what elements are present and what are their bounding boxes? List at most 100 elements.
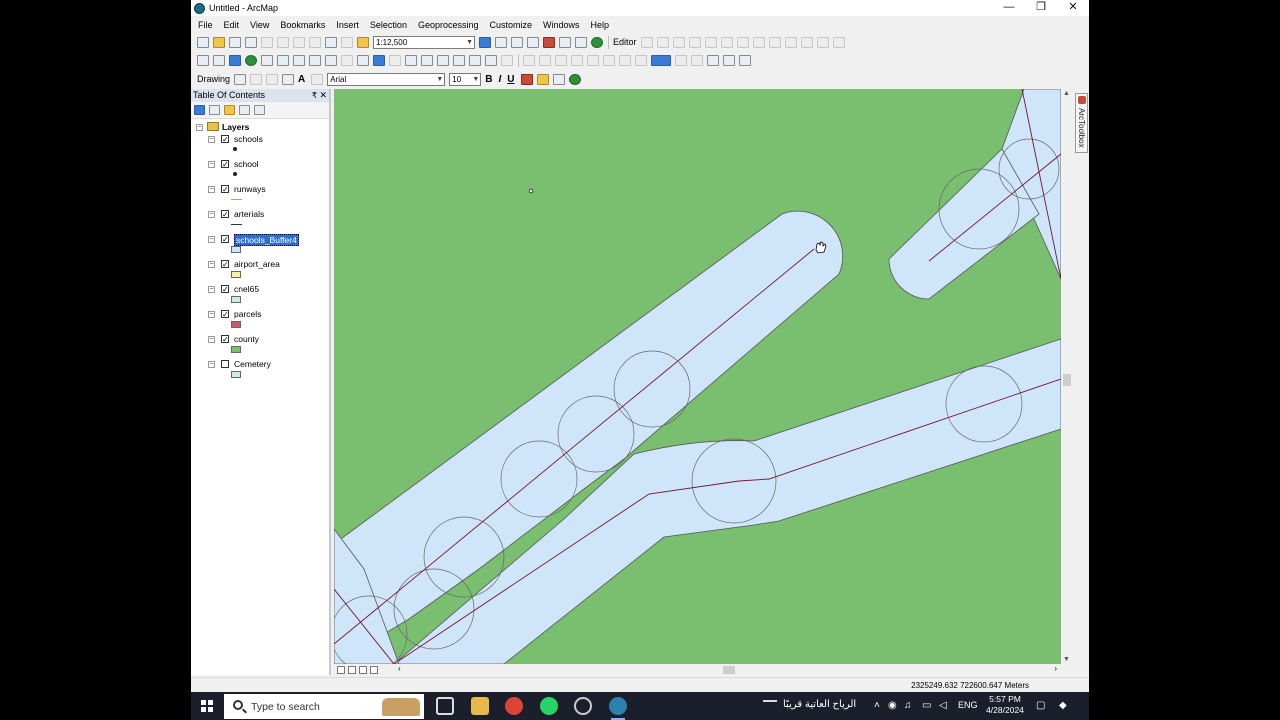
line-color-icon[interactable]: [552, 73, 565, 85]
scroll-thumb[interactable]: [723, 666, 735, 674]
editor-toolbar-toggle-icon[interactable]: [479, 36, 491, 48]
app-icon[interactable]: [574, 697, 592, 715]
map-canvas[interactable]: [334, 89, 1061, 664]
html-popup-icon[interactable]: [405, 54, 417, 66]
chevron-right-icon[interactable]: ›: [1054, 664, 1057, 673]
tray-app-icon[interactable]: ◆: [1059, 700, 1067, 711]
open-folder-icon[interactable]: [213, 36, 225, 48]
layer-symbol-icon[interactable]: [231, 371, 241, 378]
endpoint-arc-icon[interactable]: [688, 36, 701, 48]
menu-file[interactable]: File: [198, 20, 213, 30]
collapse-icon[interactable]: −: [208, 236, 215, 243]
reshape-icon[interactable]: [736, 36, 749, 48]
collapse-icon[interactable]: −: [208, 286, 215, 293]
layer-name[interactable]: runways: [234, 184, 266, 194]
measure-icon[interactable]: [421, 54, 433, 66]
drawing-menu[interactable]: Drawing: [197, 74, 230, 84]
fill-color-icon[interactable]: [536, 73, 549, 85]
language-indicator[interactable]: ENG: [958, 700, 978, 710]
cut-polygons-icon[interactable]: [752, 36, 765, 48]
microphone-icon[interactable]: ♫: [904, 700, 912, 711]
search-window-icon[interactable]: [527, 36, 539, 48]
create-features-icon[interactable]: [832, 36, 845, 48]
edit-vertices-icon[interactable]: [720, 36, 733, 48]
network-icon[interactable]: ▭: [922, 700, 931, 711]
menu-selection[interactable]: Selection: [370, 20, 407, 30]
georef-5-icon[interactable]: [587, 54, 599, 66]
identify-icon[interactable]: [373, 54, 385, 66]
notification-badge-icon[interactable]: ▢: [1036, 700, 1045, 711]
collapse-icon[interactable]: −: [208, 211, 215, 218]
collapse-icon[interactable]: −: [208, 161, 215, 168]
add-data-icon[interactable]: [357, 36, 369, 48]
menu-customize[interactable]: Customize: [490, 20, 533, 30]
taskbar-search-box[interactable]: Type to search: [224, 694, 424, 719]
layer-row-cnel65[interactable]: − ✓ cnel65: [191, 283, 329, 308]
fixed-zoom-in-icon[interactable]: [261, 54, 273, 66]
layer-symbol-icon[interactable]: [233, 172, 237, 176]
layer-row-arterials[interactable]: − ✓ arterials: [191, 208, 329, 233]
layer-row-county[interactable]: − ✓ county: [191, 333, 329, 358]
system-clock[interactable]: 5:57 PM 4/28/2024: [981, 694, 1029, 716]
chevron-up-icon[interactable]: ▲: [1063, 90, 1070, 97]
layout-view-icon[interactable]: [348, 666, 356, 674]
select-pointer-icon[interactable]: [234, 73, 247, 85]
layer-visibility-checkbox[interactable]: [221, 360, 229, 368]
catalog-icon[interactable]: [511, 36, 523, 48]
layer-row-schools[interactable]: − ✓ schools: [191, 133, 329, 158]
paste-icon[interactable]: [293, 36, 305, 48]
select-elements-icon[interactable]: [357, 54, 369, 66]
trace-icon[interactable]: [704, 36, 717, 48]
arctoolbox-icon[interactable]: [543, 36, 555, 48]
file-explorer-icon[interactable]: [471, 697, 489, 715]
close-icon[interactable]: ✕: [319, 89, 327, 102]
zoom-out-icon[interactable]: [213, 54, 225, 66]
menu-geoprocessing[interactable]: Geoprocessing: [418, 20, 479, 30]
georef-7-icon[interactable]: [619, 54, 631, 66]
georef-8-icon[interactable]: [635, 54, 647, 66]
editor-menu[interactable]: Editor: [613, 37, 637, 47]
layer-visibility-checkbox[interactable]: ✓: [221, 260, 229, 269]
clear-selection-icon[interactable]: [341, 54, 353, 66]
news-widget-text[interactable]: الرياح العاتية قريبًا: [783, 699, 856, 710]
color-swatch-icon[interactable]: [651, 54, 671, 66]
layer-visibility-checkbox[interactable]: ✓: [221, 235, 229, 244]
layer-row-runways[interactable]: − ✓ runways: [191, 183, 329, 208]
layer-visibility-checkbox[interactable]: ✓: [221, 285, 229, 294]
layout-3-icon[interactable]: [723, 54, 735, 66]
layer-symbol-icon[interactable]: [231, 246, 241, 253]
windows-start-icon[interactable]: [201, 700, 213, 712]
forward-extent-icon[interactable]: [309, 54, 321, 66]
rotate-element-icon[interactable]: [250, 73, 263, 85]
time-slider-icon[interactable]: [485, 54, 497, 66]
list-by-source-icon[interactable]: [209, 105, 220, 115]
map-scale-combo[interactable]: 1:12,500 ▼: [373, 35, 475, 49]
map-view[interactable]: [334, 89, 1061, 664]
menu-edit[interactable]: Edit: [224, 20, 240, 30]
layer-symbol-icon[interactable]: [231, 346, 241, 353]
layout-2-icon[interactable]: [707, 54, 719, 66]
volume-icon[interactable]: ◁: [939, 700, 947, 711]
menu-windows[interactable]: Windows: [543, 20, 580, 30]
back-extent-icon[interactable]: [293, 54, 305, 66]
maximize-button[interactable]: ❐: [1025, 0, 1057, 16]
georef-4-icon[interactable]: [571, 54, 583, 66]
menu-view[interactable]: View: [250, 20, 269, 30]
find-route-icon[interactable]: [453, 54, 465, 66]
georef-6-icon[interactable]: [603, 54, 615, 66]
layer-visibility-checkbox[interactable]: ✓: [221, 210, 229, 219]
layer-visibility-checkbox[interactable]: ✓: [221, 310, 229, 319]
layout-4-icon[interactable]: [739, 54, 751, 66]
menu-help[interactable]: Help: [591, 20, 610, 30]
edit-tool-icon[interactable]: [640, 36, 653, 48]
scroll-thumb[interactable]: [1063, 374, 1071, 386]
collapse-icon[interactable]: −: [196, 124, 203, 131]
list-by-drawing-order-icon[interactable]: [194, 105, 205, 115]
map-vertical-scrollbar[interactable]: ▲ ▼: [1061, 89, 1073, 664]
redo-icon[interactable]: [341, 36, 353, 48]
arcmap-taskbar-icon[interactable]: [609, 697, 627, 720]
hyperlink-icon[interactable]: [389, 54, 401, 66]
layer-row-parcels[interactable]: − ✓ parcels: [191, 308, 329, 333]
close-button[interactable]: ✕: [1057, 0, 1089, 16]
go-to-xy-icon[interactable]: [469, 54, 481, 66]
